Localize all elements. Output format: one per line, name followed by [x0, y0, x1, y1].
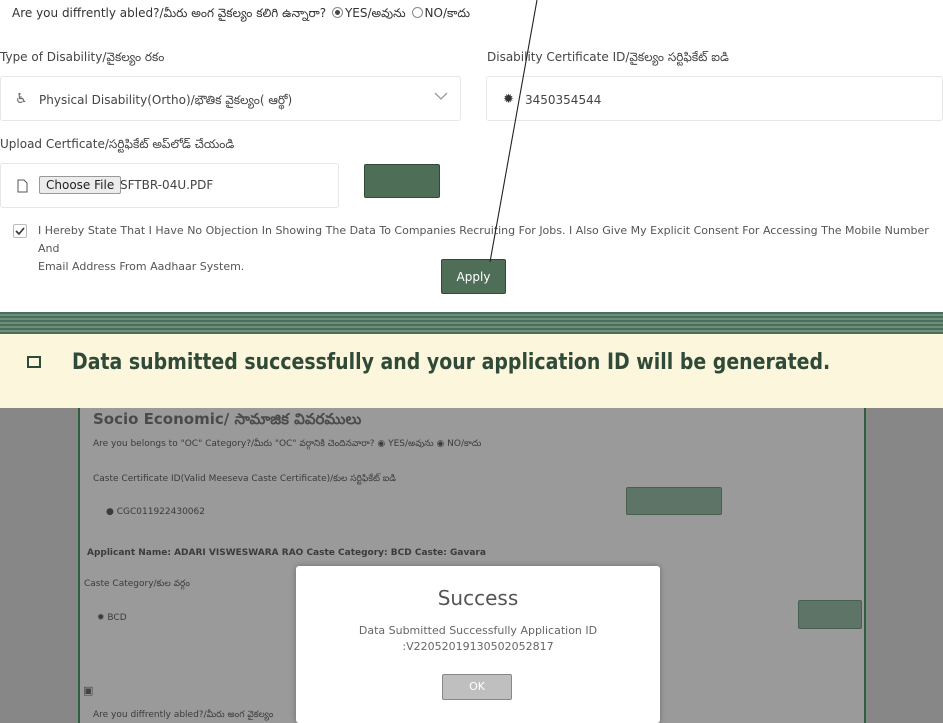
caste-category-label: Caste Category/కుల వర్గం — [84, 579, 190, 589]
success-banner-text: Data submitted successfully and your app… — [72, 350, 831, 375]
message-icon — [27, 356, 41, 368]
caste-certificate-label: Caste Certificate ID(Valid Meeseva Caste… — [93, 474, 396, 484]
annotation-arrow — [489, 0, 538, 263]
separator-band — [0, 312, 943, 334]
caste-certificate-id: CGC011922430062 — [116, 507, 205, 517]
dialog-message: Data Submitted Successfully Application … — [358, 624, 598, 637]
ok-button[interactable]: OK — [442, 674, 512, 700]
disabled-question-dim: Are you diffrently abled?/మీరు అంగ వైకల్… — [93, 710, 274, 720]
caste-certificate-value: ● CGC011922430062 — [106, 507, 205, 517]
image-icon: ▣ — [83, 684, 94, 697]
oc-question: Are you belongs to "OC" Category?/మీరు "… — [93, 439, 482, 449]
save-button-dim[interactable] — [798, 600, 862, 629]
caste-category-text: BCD — [107, 613, 127, 623]
applicant-details: Applicant Name: ADARI VISWESWARA RAO Cas… — [87, 548, 486, 558]
application-id: :V22052019130502052817 — [402, 640, 554, 653]
caste-category-value: ✹ BCD — [97, 613, 127, 623]
section-title: Socio Economic/ సామాజిక వివరములు — [93, 410, 362, 428]
success-dialog: Success Data Submitted Successfully Appl… — [296, 566, 660, 723]
verify-button[interactable] — [626, 487, 722, 515]
dialog-title: Success — [437, 586, 519, 610]
